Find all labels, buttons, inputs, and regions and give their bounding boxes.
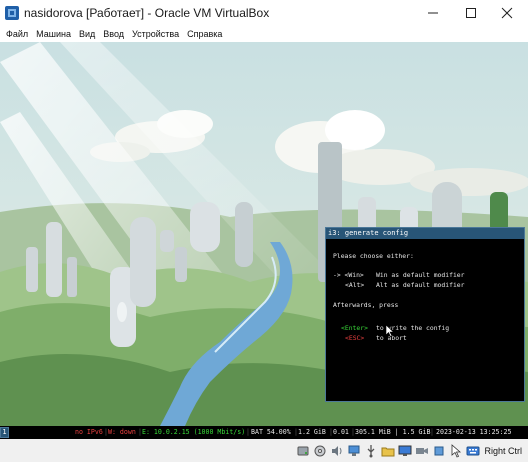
keyboard-capture-icon[interactable] [466,444,480,458]
battery-status: BAT 54.00% [251,428,291,436]
virtualbox-icon [5,6,19,20]
menu-machine[interactable]: Машина [32,29,75,39]
host-key-label: Right Ctrl [484,445,522,456]
option-alt[interactable]: <Alt> [345,281,364,289]
window-titlebar[interactable]: nasidorova [Работает] - Oracle VM Virtua… [0,0,528,26]
shared-folders-icon[interactable] [381,444,395,458]
recording-icon[interactable] [415,444,429,458]
optical-drive-icon[interactable] [313,444,327,458]
prompt-text: Please choose either: [333,252,414,260]
memory-status: 305.1 MiB | 1.5 GiB [355,428,431,436]
afterwards-text: Afterwards, press [333,301,399,309]
menu-input[interactable]: Ввод [99,29,128,39]
option-win-desc: Win as default modifier [376,271,465,279]
mouse-cursor-icon [386,325,394,337]
i3-config-window[interactable]: i3: generate config Please choose either… [325,227,525,402]
maximize-icon [466,8,476,18]
ethernet-status: E: 10.0.2.15 (1000 Mbit/s) [142,428,246,436]
close-icon [501,7,513,19]
selection-arrow: -> [333,271,345,279]
host-status-bar: Right Ctrl [0,439,528,462]
mouse-integration-icon[interactable] [449,443,463,458]
load-status: 0.01 [333,428,349,436]
wifi-status: W: down [108,428,136,436]
network-icon[interactable] [347,444,361,458]
ipv6-status: no IPv6 [75,428,103,436]
menu-file[interactable]: Файл [2,29,32,39]
menu-view[interactable]: Вид [75,29,99,39]
option-alt-desc: Alt as default modifier [376,281,465,289]
close-button[interactable] [484,0,528,26]
enter-key-label: <Enter> [341,324,368,332]
audio-icon[interactable] [330,444,344,458]
minimize-icon [428,12,438,14]
menu-devices[interactable]: Устройства [128,29,183,39]
option-win[interactable]: -> <Win> [333,271,364,279]
vm-display[interactable]: i3: generate config Please choose either… [0,42,528,426]
display-icon[interactable] [398,444,412,458]
window-title: nasidorova [Работает] - Oracle VM Virtua… [24,6,270,20]
i3-status-bar: 1 no IPv6 | W: down | E: 10.0.2.15 (1000… [0,426,528,439]
menubar: Файл Машина Вид Ввод Устройства Справка [0,26,528,42]
usb-icon[interactable] [364,444,378,458]
i3-window-title: i3: generate config [326,228,524,239]
esc-key-label: <ESC> [345,334,365,342]
datetime-status: 2023-02-13 13:25:25 [436,428,512,436]
workspace-button[interactable]: 1 [0,427,9,438]
cpu-icon[interactable] [432,444,446,458]
hard-disk-icon[interactable] [296,444,310,458]
menu-help[interactable]: Справка [183,29,226,39]
disk-status: 1.2 GiB [298,428,326,436]
win-key-label: <Win> [344,271,364,279]
